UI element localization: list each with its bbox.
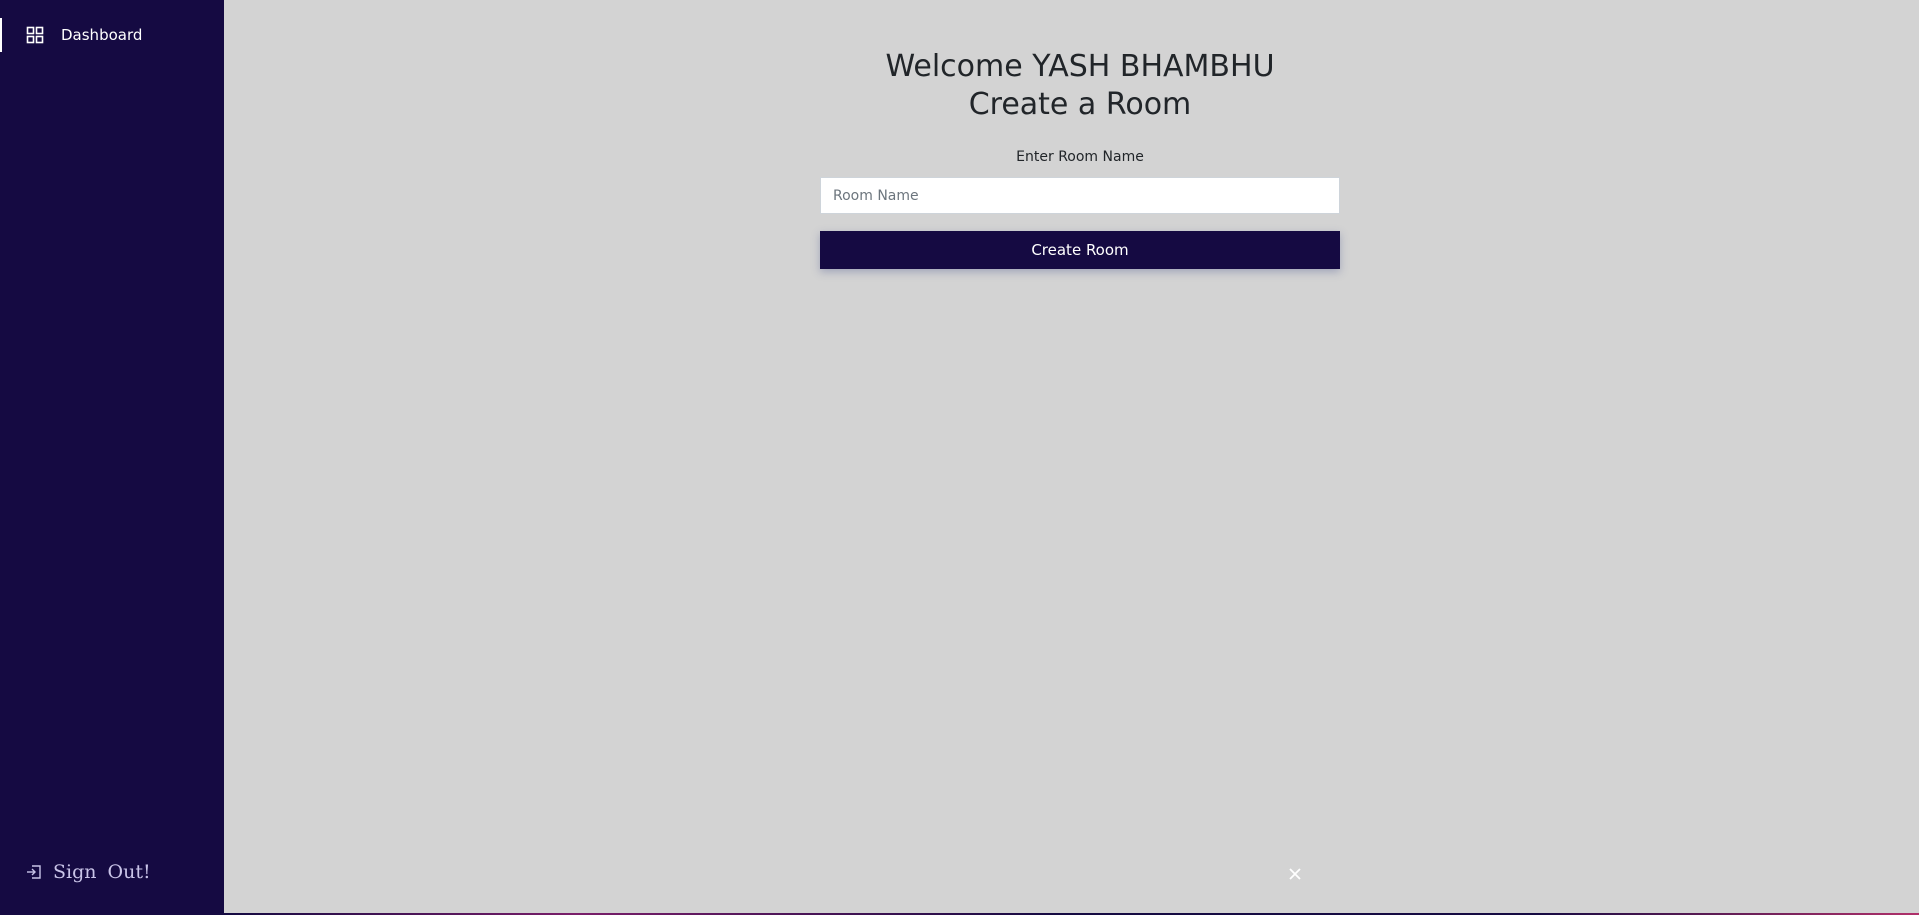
sidebar: Dashboard Sign Out! — [0, 0, 224, 913]
welcome-heading: Welcome YASH BHAMBHU — [885, 49, 1275, 84]
main-content: Welcome YASH BHAMBHU Create a Room Enter… — [224, 0, 1919, 913]
sign-out-icon — [26, 864, 42, 880]
room-name-input[interactable] — [820, 177, 1340, 214]
sidebar-item-dashboard[interactable]: Dashboard — [0, 18, 224, 52]
sign-out-button[interactable]: Sign Out! — [26, 861, 151, 883]
room-name-label: Enter Room Name — [1016, 149, 1144, 165]
grid-icon — [26, 26, 44, 44]
create-room-panel: Welcome YASH BHAMBHU Create a Room Enter… — [820, 48, 1340, 269]
close-icon[interactable] — [1287, 866, 1303, 882]
sidebar-item-label: Dashboard — [61, 26, 143, 44]
page-title: Create a Room — [968, 87, 1192, 122]
app-root: Dashboard Sign Out! Welcome YASH BHAMBHU… — [0, 0, 1919, 915]
sign-out-label: Sign Out! — [53, 861, 151, 883]
create-room-button[interactable]: Create Room — [820, 231, 1340, 269]
